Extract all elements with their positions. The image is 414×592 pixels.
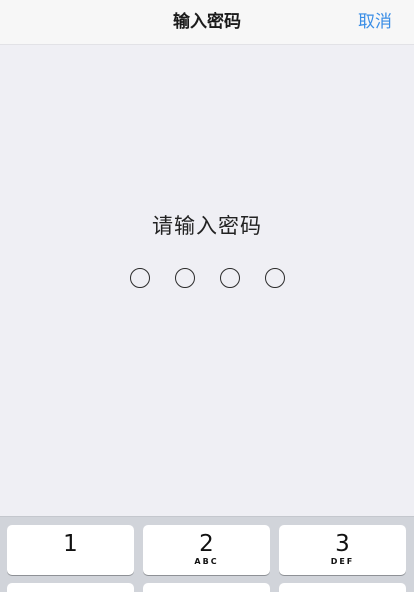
navigation-bar: 输入密码 取消 (0, 0, 414, 45)
key-2[interactable]: 2 ABC (143, 525, 270, 575)
passcode-dots (0, 268, 414, 292)
key-partial[interactable] (143, 583, 270, 592)
key-letters: ABC (194, 557, 219, 566)
passcode-dot (264, 268, 285, 288)
passcode-screen: 输入密码 取消 请输入密码 1 2 ABC 3 DEF (0, 0, 414, 592)
cancel-button[interactable]: 取消 (358, 10, 392, 34)
passcode-prompt: 请输入密码 (152, 214, 262, 238)
passcode-dot (129, 268, 150, 288)
key-partial[interactable] (7, 583, 134, 592)
key-digit: 1 (63, 531, 78, 557)
page-title: 输入密码 (173, 12, 241, 32)
key-3[interactable]: 3 DEF (279, 525, 406, 575)
key-digit: 3 (335, 531, 350, 557)
passcode-dot (174, 268, 195, 288)
key-letters: DEF (330, 557, 355, 566)
numeric-keypad: 1 2 ABC 3 DEF (0, 516, 414, 592)
key-partial[interactable] (279, 583, 406, 592)
passcode-dot (219, 268, 240, 288)
key-digit: 2 (199, 531, 214, 557)
key-1[interactable]: 1 (7, 525, 134, 575)
